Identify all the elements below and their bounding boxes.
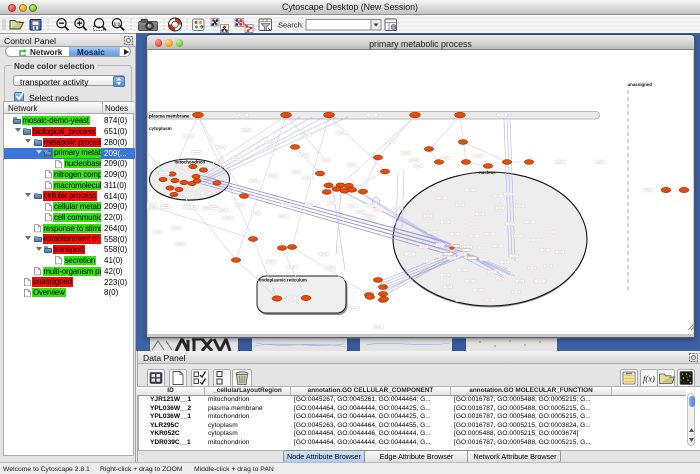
svg-text:1:1: 1:1 xyxy=(114,21,121,26)
svg-text:Search:: Search: xyxy=(278,21,304,30)
svg-text:mitochondrion: mitochondrion xyxy=(175,160,206,165)
svg-text:unassigned: unassigned xyxy=(628,82,653,87)
svg-text:plasma membrane: plasma membrane xyxy=(149,113,190,118)
svg-text:endoplasmic reticulum: endoplasmic reticulum xyxy=(259,278,307,283)
svg-text:cytoplasm: cytoplasm xyxy=(149,126,172,131)
svg-text:nucleus: nucleus xyxy=(479,170,496,175)
svg-text:f(x): f(x) xyxy=(643,374,655,384)
